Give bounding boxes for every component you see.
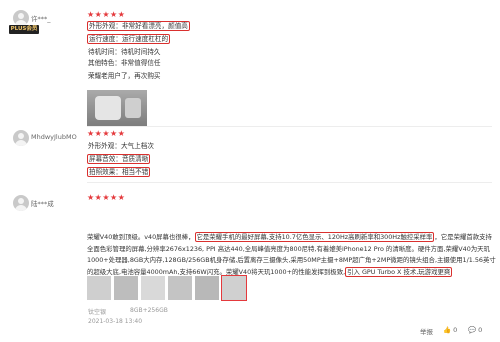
star-rating: ★★★★★: [87, 193, 126, 202]
highlight-gpu-turbo: 引入 GPU Turbo X 技术,玩游戏更爽: [345, 266, 453, 277]
review-photo-large[interactable]: [87, 90, 147, 126]
review-line-speed: 运行速度：运行速度杠杠的: [87, 34, 171, 44]
review-line-other: 其他特色：非常值得信任: [88, 59, 161, 67]
divider: [87, 182, 492, 183]
review-extra-text: 荣耀老用户了，再次购买: [88, 72, 161, 80]
avatar[interactable]: [13, 195, 29, 211]
username[interactable]: 许***_: [31, 13, 51, 23]
report-link[interactable]: 举报: [420, 326, 433, 336]
review-2: MhdwyJlubMO ★★★★★ 外形外观：大气上档次 屏幕音效：音质清晰 拍…: [0, 126, 500, 178]
review-line-standby: 待机时间：待机时间持久: [88, 48, 161, 56]
avatar[interactable]: [13, 130, 29, 146]
review-1: 许***_ PLUS会员 ★★★★★ 外形外观：非常好看漂亮，颜值高 运行速度：…: [0, 0, 500, 126]
highlight-box: 运行速度：运行速度杠杠的: [87, 34, 171, 44]
highlight-box: 外形外观：非常好看漂亮，颜值高: [87, 21, 190, 31]
comment-icon: 💬: [468, 326, 477, 334]
review-line-appearance: 外形外观：非常好看漂亮，颜值高: [87, 21, 190, 31]
highlight-screen: 它是荣耀手机的最好屏幕,支持10.7亿色显示、120Hz高刷新率和300Hz触控…: [194, 232, 435, 242]
review-thumbnail[interactable]: [114, 276, 138, 300]
plus-member-badge: PLUS会员: [9, 25, 39, 34]
highlight-box: 拍照效果：相当不错: [87, 167, 151, 177]
review-thumbnail[interactable]: [195, 276, 219, 300]
username[interactable]: MhdwyJlubMO: [31, 133, 77, 141]
avatar[interactable]: [13, 10, 29, 26]
review-body: 荣耀V40敢到顶级。v40屏幕也很棒， 它是荣耀手机的最好屏幕,支持10.7亿色显…: [87, 232, 496, 277]
username[interactable]: 陆***成: [31, 198, 54, 208]
review-thumbnail[interactable]: [141, 276, 165, 300]
thumbs-up-icon: 👍: [443, 326, 452, 334]
review-thumbnail-selected[interactable]: [221, 275, 247, 301]
like-button[interactable]: 👍 0: [443, 326, 457, 334]
review-thumbnail[interactable]: [168, 276, 192, 300]
star-rating: ★★★★★: [87, 10, 126, 19]
review-thumbnail[interactable]: [87, 276, 111, 300]
review-line-camera: 拍照效果：相当不错: [87, 167, 151, 177]
review-date: 2021-03-18 13:40: [88, 318, 143, 325]
review-line-appearance: 外形外观：大气上档次: [88, 142, 154, 150]
star-rating: ★★★★★: [87, 129, 126, 138]
comment-button[interactable]: 💬 0: [468, 326, 482, 334]
review-line-screen-sound: 屏幕音效：音质清晰: [87, 154, 151, 164]
product-spec: 8GB+256GB: [130, 307, 168, 314]
product-color: 钛空银: [88, 309, 107, 316]
highlight-box: 屏幕音效：音质清晰: [87, 154, 151, 164]
